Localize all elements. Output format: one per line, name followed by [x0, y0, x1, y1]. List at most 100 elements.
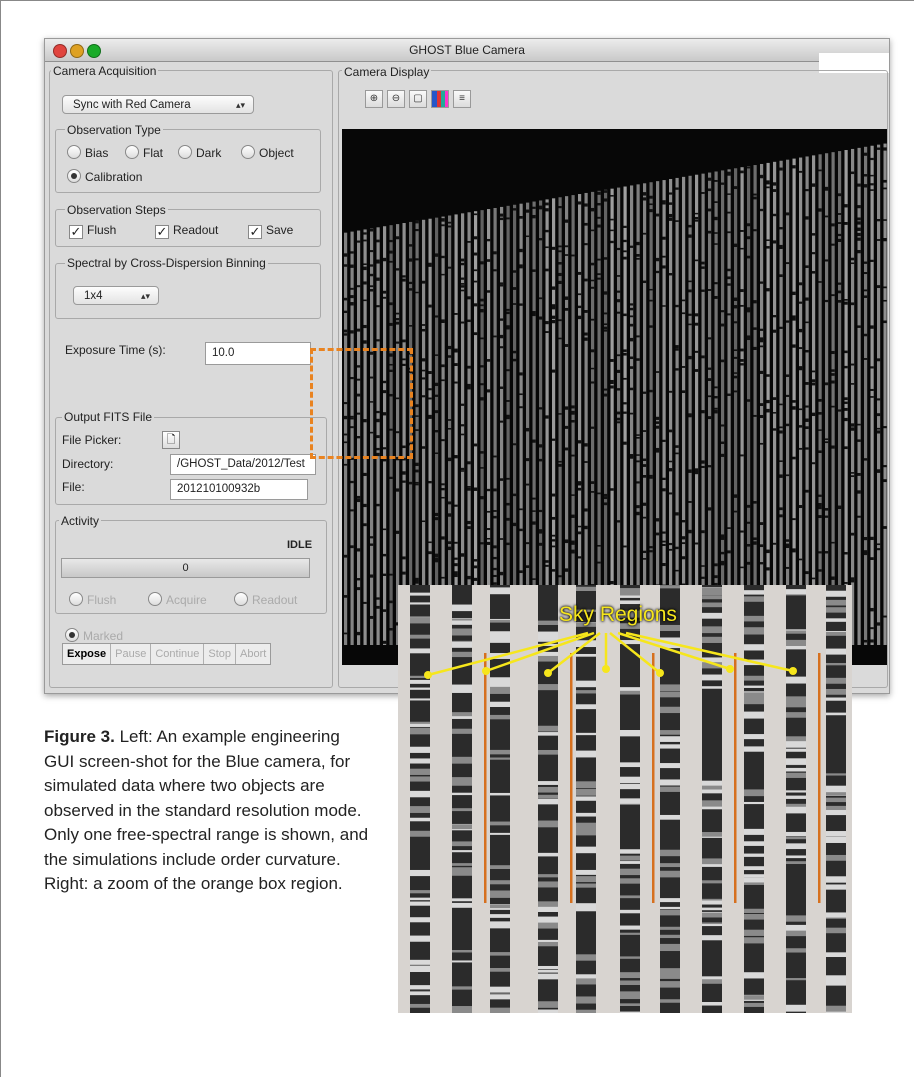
zoom-spectral-line [452, 689, 472, 693]
absorption-line [500, 284, 504, 287]
absorption-line [448, 541, 452, 544]
absorption-line [870, 174, 874, 177]
zoom-spectral-line [660, 692, 680, 698]
spectral-order [870, 145, 874, 645]
zoom-spectral-line [826, 854, 846, 861]
zoom-spectral-line [744, 1002, 764, 1007]
zoom-spectral-line [410, 790, 430, 798]
absorption-line [448, 546, 452, 551]
absorption-line [805, 216, 809, 220]
zoom-spectral-line [826, 599, 846, 606]
absorption-line [428, 551, 432, 555]
colorbar-icon[interactable]: ≡ [453, 90, 471, 108]
absorption-line [701, 465, 705, 469]
sync-select[interactable]: Sync with Red Camera ▴▾ [62, 95, 254, 114]
binning-select[interactable]: 1x4 ▴▾ [73, 286, 159, 305]
reset-icon[interactable]: ▢ [409, 90, 427, 108]
absorption-line [708, 378, 712, 381]
absorption-line [610, 385, 614, 389]
absorption-line [617, 369, 621, 373]
absorption-line [519, 406, 523, 409]
zoom-spectral-line [490, 701, 510, 707]
expose-button[interactable]: Expose [63, 644, 112, 664]
absorption-line [565, 219, 569, 223]
absorption-line [448, 345, 452, 350]
absorption-line [857, 325, 861, 328]
zoom-spectral-line [786, 915, 806, 922]
file-input[interactable]: 20121010093​2b [170, 479, 308, 500]
histogram-icon[interactable] [431, 90, 449, 108]
radio-object[interactable]: Object [241, 145, 294, 160]
absorption-line [708, 188, 712, 192]
continue-button[interactable]: Continue [151, 644, 205, 664]
spectral-order [623, 186, 627, 645]
absorption-line [636, 257, 640, 260]
zoom-spectral-line [538, 633, 558, 640]
absorption-line [831, 405, 835, 408]
abort-button[interactable]: Abort [236, 644, 270, 664]
absorption-line [506, 477, 510, 480]
absorption-line [708, 230, 712, 234]
absorption-line [643, 550, 647, 554]
absorption-line [604, 198, 608, 202]
absorption-line [513, 358, 517, 361]
absorption-line [649, 546, 653, 549]
absorption-line [818, 450, 822, 453]
absorption-line [357, 631, 361, 636]
spectral-order [448, 215, 452, 645]
pause-button[interactable]: Pause [111, 644, 152, 664]
exposure-input[interactable]: 10.0 [205, 342, 311, 365]
file-picker-icon[interactable]: 🗋 [162, 431, 180, 449]
absorption-line [805, 382, 809, 385]
absorption-line [552, 493, 556, 497]
zoom-spectral-line [702, 832, 722, 837]
absorption-line [864, 536, 868, 541]
readout-checkbox[interactable]: ✓ Readout [155, 223, 218, 239]
spectral-order [864, 146, 868, 645]
zoom-spectral-line [576, 908, 596, 912]
zoom-spectral-line [452, 808, 472, 812]
radio-flat[interactable]: Flat [125, 145, 163, 160]
zoom-spectral-line [620, 730, 640, 737]
absorption-line [753, 346, 757, 350]
zoom-out-icon[interactable]: ⊖ [387, 90, 405, 108]
zoom-in-icon[interactable]: ⊕ [365, 90, 383, 108]
absorption-line [604, 493, 608, 497]
spectral-order [545, 199, 549, 645]
absorption-line [363, 299, 367, 302]
title-bar[interactable]: GHOST Blue Camera [45, 39, 889, 62]
absorption-line [591, 279, 595, 282]
zoom-spectral-line [744, 615, 764, 622]
absorption-line [441, 496, 445, 499]
absorption-line [617, 311, 621, 314]
absorption-line [695, 468, 699, 472]
absorption-line [701, 460, 705, 464]
radio-dark[interactable]: Dark [178, 145, 221, 160]
directory-label: Directory: [62, 457, 114, 471]
stop-button[interactable]: Stop [204, 644, 237, 664]
zoom-spectral-line [786, 930, 806, 937]
radio-bias[interactable]: Bias [67, 145, 108, 160]
zoom-spectral-line [826, 831, 846, 837]
absorption-line [623, 239, 627, 243]
zoom-spectral-line [452, 960, 472, 963]
absorption-line [714, 282, 718, 285]
absorption-line [526, 427, 530, 432]
radio-calibration[interactable]: Calibration [67, 169, 142, 184]
absorption-line [493, 545, 497, 549]
zoom-spectral-line [576, 781, 596, 789]
zoom-spectral-line [826, 980, 846, 986]
absorption-line [448, 427, 452, 430]
save-checkbox[interactable]: ✓ Save [248, 223, 293, 239]
zoom-spectral-line [490, 682, 510, 687]
flush-checkbox[interactable]: ✓ Flush [69, 223, 116, 239]
absorption-line [851, 427, 855, 431]
absorption-line [701, 192, 705, 194]
absorption-line [675, 348, 679, 351]
absorption-line [402, 556, 406, 560]
absorption-line [636, 481, 640, 484]
directory-input[interactable]: /GHOST_Data/2012/Test [170, 454, 316, 475]
absorption-line [376, 339, 380, 342]
absorption-line [584, 332, 588, 336]
absorption-line [480, 383, 484, 386]
